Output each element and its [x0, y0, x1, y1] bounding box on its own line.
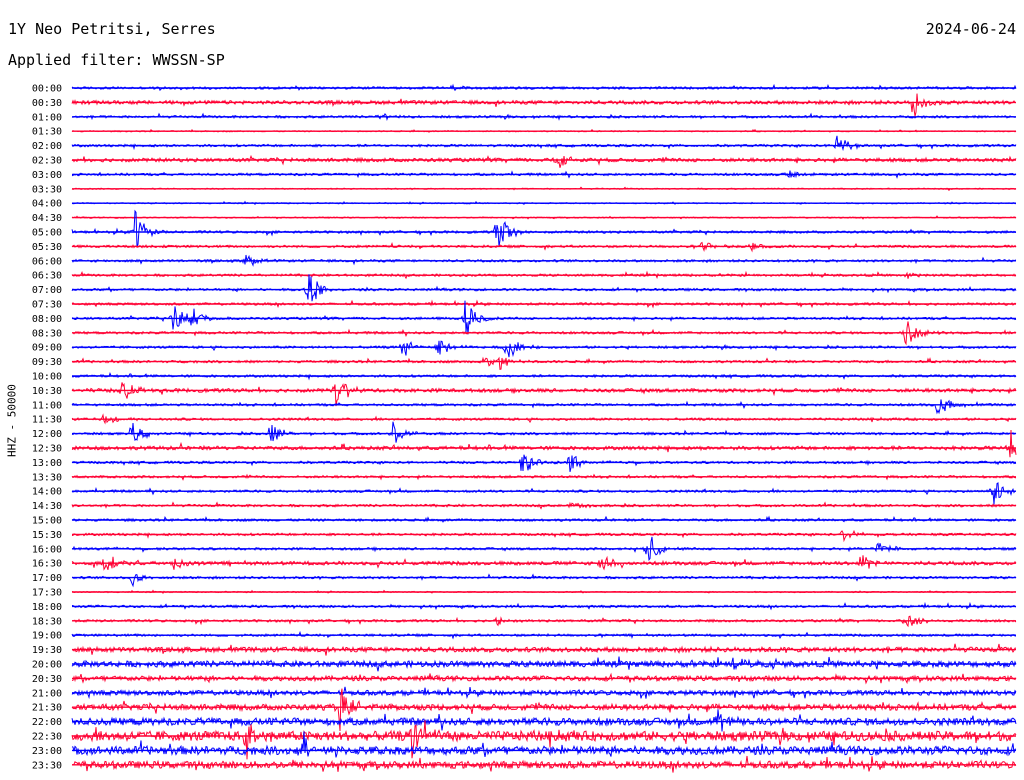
trace-line	[71, 573, 1017, 588]
time-tick-label: 02:00	[32, 141, 62, 152]
time-tick-label: 06:30	[32, 271, 62, 282]
time-tick-label: 09:30	[32, 357, 62, 368]
trace-line	[71, 154, 1017, 168]
time-tick-label: 03:00	[32, 170, 62, 181]
time-tick-label: 13:00	[32, 458, 62, 469]
helicorder-plot: 00:00 00:30 01:00 01:30 02:00 02:30 03:00 03:30…	[32, 84, 1017, 773]
trace-line	[71, 93, 1016, 117]
time-tick-label: 19:30	[32, 645, 62, 656]
time-tick-label: 22:00	[32, 717, 62, 728]
time-tick-label: 10:00	[32, 372, 62, 383]
time-tick-label: 23:30	[32, 760, 62, 771]
time-tick-label: 13:30	[32, 472, 62, 483]
trace-line	[71, 135, 1017, 152]
time-tick-label: 20:00	[32, 660, 62, 671]
time-tick-label: 02:30	[32, 156, 62, 167]
time-tick-label: 14:00	[32, 487, 62, 498]
time-tick-label: 01:30	[32, 127, 62, 138]
trace-line	[71, 421, 1017, 443]
time-tick-label: 10:30	[32, 386, 62, 397]
trace-line	[71, 709, 1017, 732]
time-tick-label: 05:30	[32, 242, 62, 253]
trace-line	[71, 274, 1017, 302]
time-tick-label: 20:30	[32, 674, 62, 685]
time-tick-label: 21:30	[32, 703, 62, 714]
time-tick-label: 17:30	[32, 588, 62, 599]
trace-line	[71, 529, 1017, 543]
time-tick-label: 08:00	[32, 314, 62, 325]
time-tick-label: 07:00	[32, 285, 62, 296]
time-tick-label: 11:30	[32, 415, 62, 426]
trace-line	[71, 209, 1017, 248]
time-tick-label: 17:00	[32, 573, 62, 584]
trace-line	[71, 399, 1016, 415]
trace-line	[71, 720, 1017, 760]
time-tick-label: 00:00	[32, 84, 62, 95]
time-tick-label: 04:00	[32, 199, 62, 210]
time-tick-label: 16:00	[32, 544, 62, 555]
time-tick-label: 11:00	[32, 400, 62, 411]
trace-line	[71, 340, 1017, 358]
time-tick-label: 16:30	[32, 559, 62, 570]
time-tick-label: 06:00	[32, 256, 62, 267]
trace-line	[71, 356, 1017, 371]
time-tick-label: 07:30	[32, 300, 62, 311]
time-tick-label: 01:00	[32, 112, 62, 123]
time-tick-label: 00:30	[32, 98, 62, 109]
time-tick-label: 21:00	[32, 688, 62, 699]
time-tick-label: 12:00	[32, 429, 62, 440]
time-tick-label: 18:30	[32, 616, 62, 627]
time-tick-label: 18:00	[32, 602, 62, 613]
trace-line	[71, 382, 1017, 407]
time-tick-label: 04:30	[32, 213, 62, 224]
trace-line	[71, 300, 1017, 335]
time-tick-label: 08:30	[32, 328, 62, 339]
time-tick-label: 15:30	[32, 530, 62, 541]
trace-line	[71, 454, 1017, 473]
time-tick-label: 19:00	[32, 631, 62, 642]
time-tick-label: 14:30	[32, 501, 62, 512]
time-tick-label: 03:30	[32, 184, 62, 195]
time-tick-label: 15:00	[32, 516, 62, 527]
trace-line	[71, 482, 1017, 505]
trace-line	[71, 688, 1017, 732]
time-tick-label: 12:30	[32, 444, 62, 455]
time-tick-label: 09:00	[32, 343, 62, 354]
time-tick-label: 23:00	[32, 746, 62, 757]
time-tick-label: 22:30	[32, 732, 62, 743]
time-tick-label: 05:00	[32, 228, 62, 239]
